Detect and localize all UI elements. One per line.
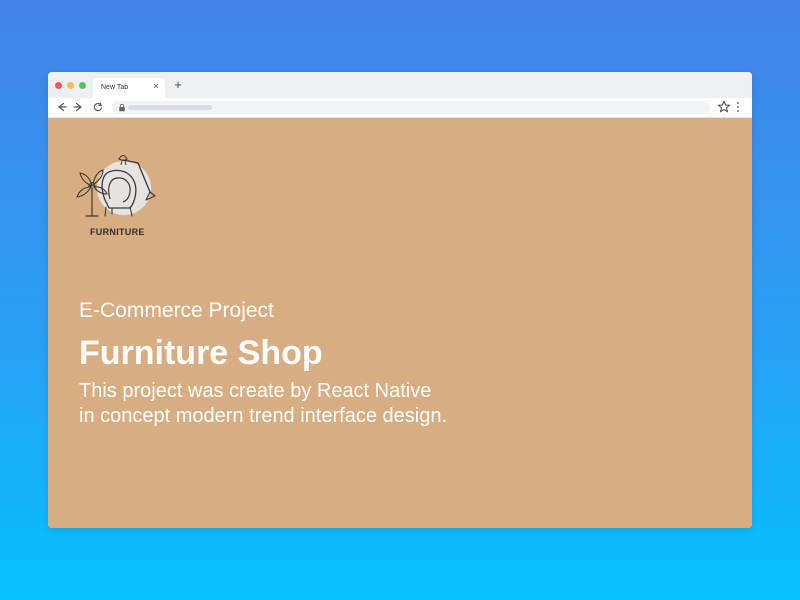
back-arrow-icon[interactable] — [55, 101, 67, 113]
browser-tab[interactable]: New Tab × — [93, 78, 165, 98]
browser-window: New Tab × + FURNITURE E-Commerce Project… — [48, 72, 752, 528]
maximize-window-button[interactable] — [79, 82, 86, 89]
project-label: E-Commerce Project — [79, 299, 274, 322]
minimize-window-button[interactable] — [67, 82, 74, 89]
lock-icon — [119, 103, 125, 112]
url-placeholder — [128, 105, 212, 110]
project-description: This project was create by React Native … — [79, 379, 447, 429]
kebab-menu-icon[interactable] — [736, 101, 740, 113]
logo-text: FURNITURE — [90, 227, 145, 237]
tab-title: New Tab — [101, 84, 129, 91]
address-bar[interactable] — [112, 101, 710, 114]
close-icon[interactable]: × — [151, 81, 161, 91]
project-title: Furniture Shop — [79, 334, 323, 372]
tab-bar: New Tab × + — [48, 72, 752, 98]
plus-icon[interactable]: + — [172, 78, 184, 91]
vertical-watermark — [788, 523, 798, 586]
description-line-2: in concept modern trend interface design… — [79, 405, 447, 427]
star-icon[interactable] — [717, 100, 731, 114]
forward-arrow-icon[interactable] — [73, 101, 85, 113]
furniture-logo-icon — [76, 154, 156, 217]
close-window-button[interactable] — [55, 82, 62, 89]
description-line-1: This project was create by React Native — [79, 380, 432, 402]
reload-icon[interactable] — [92, 101, 104, 113]
page-content: FURNITURE E-Commerce Project Furniture S… — [48, 118, 752, 528]
browser-toolbar — [48, 98, 752, 118]
